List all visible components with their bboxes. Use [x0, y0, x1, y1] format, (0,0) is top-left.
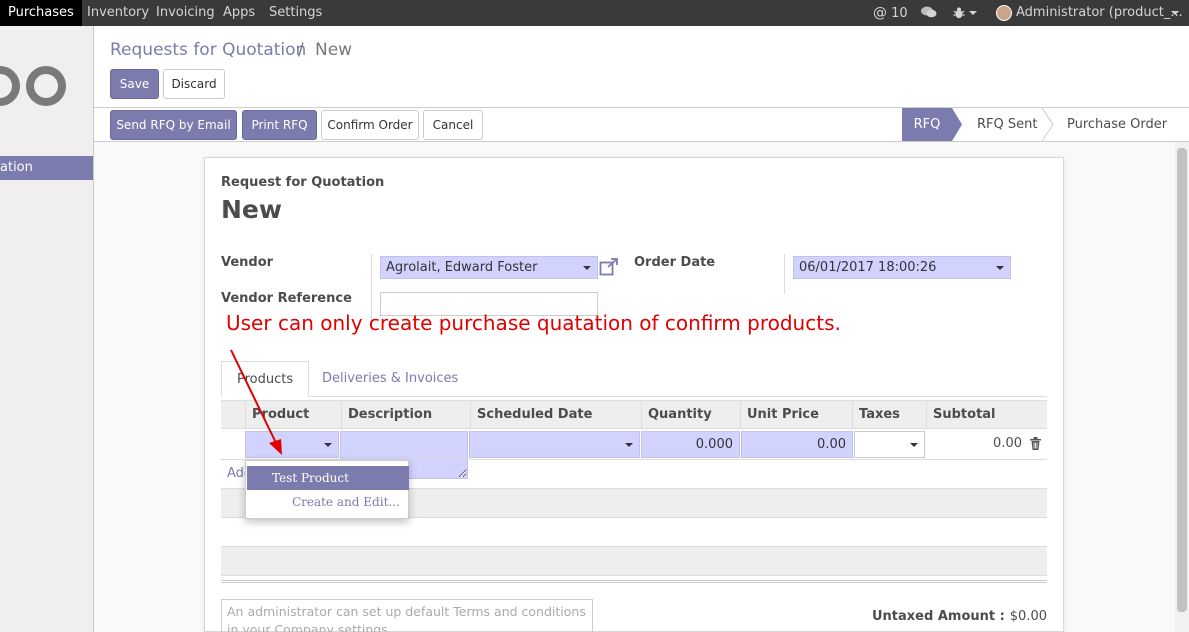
untaxed-amount-label: Untaxed Amount : [872, 609, 1005, 624]
vendor-label: Vendor [221, 255, 274, 270]
debug-menu[interactable] [953, 0, 978, 26]
column-unit-price[interactable]: Unit Price [740, 401, 852, 429]
document-type: Request for Quotation [221, 175, 385, 190]
menu-settings[interactable]: Settings [261, 0, 330, 26]
stage-arrow-icon [1042, 108, 1054, 141]
save-button[interactable]: Save [110, 69, 159, 99]
menu-inventory[interactable]: Inventory [79, 0, 157, 26]
external-link-icon[interactable] [599, 258, 619, 280]
stage-rfq-sent[interactable]: RFQ Sent [977, 108, 1037, 141]
chevron-down-icon [996, 266, 1004, 270]
control-panel: Requests for Quotation / New Save Discar… [94, 26, 1189, 108]
mentions-count: 10 [891, 6, 908, 21]
taxes-select[interactable] [854, 431, 925, 458]
user-name: Administrator (product_... [1016, 5, 1183, 20]
product-autocomplete-dropdown: Test Product Create and Edit... [245, 460, 409, 519]
menu-purchases[interactable]: Purchases [0, 0, 82, 26]
scheduled-date-picker[interactable] [469, 431, 640, 458]
field-divider [784, 254, 785, 294]
document-title: New [221, 195, 282, 224]
breadcrumb-current: New [315, 40, 353, 60]
odoo-logo-letter [26, 66, 66, 106]
sidebar: ation [0, 26, 94, 632]
column-quantity[interactable]: Quantity [641, 401, 740, 429]
odoo-logo [0, 66, 20, 106]
column-scheduled-date[interactable]: Scheduled Date [470, 401, 641, 429]
chevron-down-icon [324, 443, 332, 447]
print-rfq-button[interactable]: Print RFQ [242, 110, 317, 140]
option-test-product[interactable]: Test Product [247, 466, 409, 490]
column-description[interactable]: Description [341, 401, 470, 429]
annotation-arrow [230, 349, 282, 455]
terms-and-conditions[interactable]: An administrator can set up default Term… [221, 599, 593, 632]
trash-icon[interactable] [1030, 437, 1041, 454]
vendor-select[interactable]: Agrolait, Edward Foster [380, 256, 598, 279]
menu-invoicing[interactable]: Invoicing [148, 0, 223, 26]
chevron-down-icon[interactable] [1171, 0, 1179, 26]
quantity-input[interactable]: 0.000 [641, 431, 740, 458]
chevron-down-icon [583, 266, 591, 270]
breadcrumb-parent[interactable]: Requests for Quotation [110, 40, 306, 60]
unit-price-input[interactable]: 0.00 [741, 431, 853, 458]
mentions-button[interactable]: @ 10 [873, 0, 908, 26]
order-date-picker[interactable]: 06/01/2017 18:00:26 [793, 256, 1011, 279]
user-menu[interactable]: Administrator (product_... [1016, 0, 1183, 26]
stage-rfq[interactable]: RFQ [902, 108, 952, 141]
discard-button[interactable]: Discard [163, 69, 225, 99]
breadcrumb-separator: / [298, 40, 304, 60]
table-footer-divider [221, 580, 1047, 583]
menu-apps[interactable]: Apps [215, 0, 263, 26]
sidebar-item-label: ation [0, 160, 33, 175]
chevron-down-icon [625, 443, 633, 447]
avatar[interactable] [996, 5, 1012, 21]
bug-icon [953, 5, 969, 20]
order-date-label: Order Date [634, 255, 716, 270]
vendor-reference-label: Vendor Reference [221, 291, 352, 306]
subtotal-value: 0.00 [993, 436, 1022, 451]
cancel-button[interactable]: Cancel [423, 110, 483, 140]
status-header: Send RFQ by Email Print RFQ Confirm Orde… [94, 108, 1189, 142]
vendor-value: Agrolait, Edward Foster [386, 260, 538, 275]
tab-deliveries-invoices[interactable]: Deliveries & Invoices [307, 361, 473, 397]
sidebar-item-rfq[interactable]: ation [0, 156, 93, 180]
chevron-down-icon [969, 10, 978, 15]
column-taxes[interactable]: Taxes [852, 401, 926, 429]
option-create-and-edit[interactable]: Create and Edit... [247, 490, 409, 514]
annotation-text: User can only create purchase quatation … [226, 311, 841, 335]
table-row [221, 546, 1047, 576]
scrollbar-thumb[interactable] [1177, 148, 1187, 612]
stage-purchase-order[interactable]: Purchase Order [1067, 108, 1167, 141]
column-subtotal[interactable]: Subtotal [926, 401, 1026, 429]
chat-icon[interactable] [921, 6, 937, 20]
top-navbar: Purchases Inventory Invoicing Apps Setti… [0, 0, 1189, 26]
table-header: Product Description Scheduled Date Quant… [221, 400, 1047, 429]
untaxed-amount-value: $0.00 [1009, 609, 1047, 624]
at-icon: @ [873, 5, 887, 21]
send-rfq-button[interactable]: Send RFQ by Email [110, 110, 237, 140]
stage-arrow-icon [952, 108, 962, 141]
confirm-order-button[interactable]: Confirm Order [321, 110, 419, 140]
chevron-down-icon [910, 443, 918, 447]
order-date-value: 06/01/2017 18:00:26 [799, 260, 937, 275]
